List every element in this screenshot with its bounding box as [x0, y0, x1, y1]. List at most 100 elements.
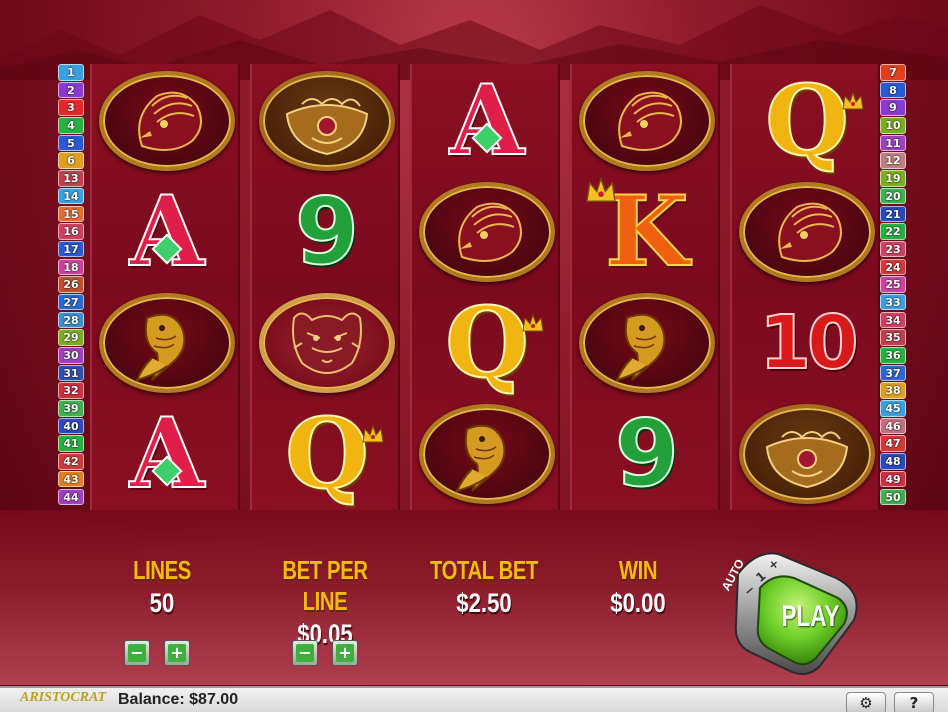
- bet-plus-button[interactable]: +: [332, 640, 358, 666]
- balance-value: $87.00: [189, 691, 239, 708]
- footer-bar: ARISTOCRAT Balance: $87.00 ⚙ ?: [0, 686, 948, 712]
- payline-number[interactable]: 6: [58, 152, 84, 169]
- symbol-10: 10: [732, 287, 882, 398]
- payline-number[interactable]: 15: [58, 205, 84, 222]
- payline-number[interactable]: 38: [880, 382, 906, 399]
- reel-grid: A A 9 Q A Q K 9 Q 10: [90, 64, 880, 510]
- payline-number[interactable]: 30: [58, 347, 84, 364]
- payline-number[interactable]: 7: [880, 64, 906, 81]
- payline-number[interactable]: 50: [880, 488, 906, 505]
- phoenix-icon: [739, 181, 875, 282]
- payline-number[interactable]: 20: [880, 187, 906, 205]
- crown-icon: [586, 176, 617, 204]
- bet-per-line-value: $0.05: [297, 619, 353, 649]
- symbol-q: Q: [732, 65, 882, 176]
- symbol-9: 9: [252, 176, 402, 287]
- symbol-glyph: K: [604, 174, 689, 288]
- payline-number[interactable]: 48: [880, 453, 906, 470]
- symbol-phoenix: [572, 65, 722, 176]
- payline-number[interactable]: 45: [880, 400, 906, 417]
- payline-number[interactable]: 36: [880, 347, 906, 364]
- payline-number[interactable]: 9: [880, 99, 906, 116]
- payline-number[interactable]: 8: [880, 81, 906, 99]
- symbol-tiger: [252, 287, 402, 398]
- payline-number[interactable]: 47: [880, 435, 906, 452]
- symbol-glyph: A: [129, 396, 205, 510]
- payline-number[interactable]: 46: [880, 417, 906, 435]
- win-value: $0.00: [610, 588, 666, 618]
- play-button[interactable]: PLAY: [782, 600, 840, 634]
- phoenix-icon: [99, 70, 235, 171]
- reel-3: AQ: [410, 64, 560, 510]
- payline-number[interactable]: 19: [880, 170, 906, 187]
- bet-per-line-label: BET PER LINE: [282, 555, 368, 616]
- lines-plus-button[interactable]: +: [164, 640, 190, 666]
- payline-number[interactable]: 37: [880, 364, 906, 382]
- symbol-glyph: 9: [614, 399, 680, 507]
- symbol-phoenix: [732, 176, 882, 287]
- symbol-glyph: 9: [294, 177, 360, 285]
- payline-number[interactable]: 49: [880, 470, 906, 488]
- payline-number[interactable]: 39: [58, 400, 84, 417]
- payline-number[interactable]: 26: [58, 276, 84, 293]
- total-bet-label: TOTAL BET: [429, 555, 539, 585]
- settings-button[interactable]: ⚙: [846, 692, 886, 712]
- symbol-glyph: A: [129, 174, 205, 288]
- payline-number[interactable]: 43: [58, 470, 84, 488]
- payline-number[interactable]: 3: [58, 99, 84, 116]
- payline-number[interactable]: 14: [58, 187, 84, 205]
- payline-number[interactable]: 17: [58, 240, 84, 258]
- phoenix-icon: [419, 181, 555, 282]
- payline-number[interactable]: 13: [58, 170, 84, 187]
- payline-number[interactable]: 29: [58, 329, 84, 346]
- payline-number[interactable]: 4: [58, 117, 84, 134]
- koi-icon: [579, 292, 715, 393]
- balance: Balance: $87.00: [118, 691, 238, 709]
- payline-number[interactable]: 5: [58, 134, 84, 152]
- payline-number[interactable]: 21: [880, 205, 906, 222]
- payline-number[interactable]: 22: [880, 223, 906, 240]
- payline-number[interactable]: 28: [58, 311, 84, 329]
- lines-minus-button[interactable]: −: [124, 640, 150, 666]
- bowl-icon: [739, 403, 875, 504]
- payline-number[interactable]: 44: [58, 488, 84, 505]
- payline-number[interactable]: 34: [880, 311, 906, 329]
- balance-label: Balance:: [118, 691, 185, 708]
- aristocrat-logo: ARISTOCRAT: [20, 690, 107, 705]
- symbol-q: Q: [412, 287, 562, 398]
- tiger-icon: [259, 292, 395, 393]
- payline-number[interactable]: 11: [880, 134, 906, 152]
- payline-number[interactable]: 1: [58, 64, 84, 81]
- payline-number[interactable]: 40: [58, 417, 84, 435]
- payline-number[interactable]: 27: [58, 293, 84, 311]
- symbol-q: Q: [252, 398, 402, 509]
- lines-label: LINES: [133, 555, 191, 585]
- payline-number[interactable]: 33: [880, 293, 906, 311]
- payline-number[interactable]: 32: [58, 382, 84, 399]
- minus-icon: −: [296, 644, 314, 662]
- payline-number[interactable]: 16: [58, 223, 84, 240]
- symbol-a: A: [92, 398, 242, 509]
- help-button[interactable]: ?: [894, 692, 934, 712]
- crown-icon: [842, 91, 864, 111]
- payline-number[interactable]: 25: [880, 276, 906, 293]
- koi-icon: [99, 292, 235, 393]
- symbol-bowl: [252, 65, 402, 176]
- symbol-k: K: [572, 176, 722, 287]
- payline-number[interactable]: 18: [58, 258, 84, 276]
- minus-icon: −: [128, 644, 146, 662]
- payline-number[interactable]: 35: [880, 329, 906, 346]
- symbol-koi: [412, 398, 562, 509]
- payline-number[interactable]: 23: [880, 240, 906, 258]
- payline-number[interactable]: 41: [58, 435, 84, 452]
- payline-number[interactable]: 42: [58, 453, 84, 470]
- payline-number[interactable]: 10: [880, 117, 906, 134]
- symbol-9: 9: [572, 398, 722, 509]
- payline-number[interactable]: 31: [58, 364, 84, 382]
- payline-number[interactable]: 24: [880, 258, 906, 276]
- payline-number[interactable]: 2: [58, 81, 84, 99]
- payline-number[interactable]: 12: [880, 152, 906, 169]
- phoenix-icon: [579, 70, 715, 171]
- bet-minus-button[interactable]: −: [292, 640, 318, 666]
- help-icon: ?: [909, 694, 919, 712]
